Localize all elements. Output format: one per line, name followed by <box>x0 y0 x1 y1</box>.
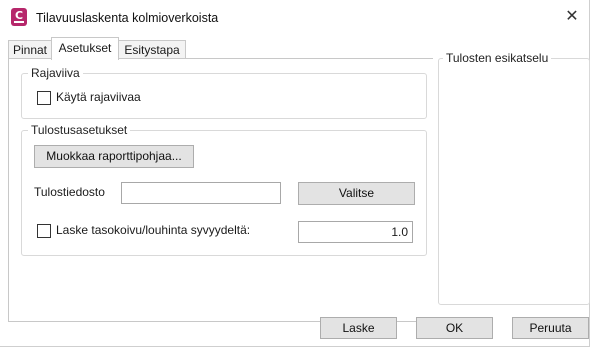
use-boundary-checkbox[interactable] <box>37 91 51 105</box>
dialog-window: C Tilavuuslaskenta kolmioverkoista ✕ Pin… <box>0 0 590 347</box>
use-boundary-label: Käytä rajaviivaa <box>56 90 141 104</box>
tab-page-asetukset: Rajaviiva Käytä rajaviivaa Tulostusasetu… <box>8 58 433 322</box>
output-settings-group-label: Tulostusasetukset <box>28 123 131 137</box>
rajaviiva-group-label: Rajaviiva <box>28 66 83 80</box>
tab-asetukset[interactable]: Asetukset <box>51 37 119 60</box>
tab-pinnat[interactable]: Pinnat <box>8 40 52 59</box>
title-bar: C Tilavuuslaskenta kolmioverkoista ✕ <box>0 0 589 36</box>
window-title: Tilavuuslaskenta kolmioverkoista <box>36 11 219 25</box>
cancel-button[interactable]: Peruuta <box>512 317 589 339</box>
output-file-input[interactable] <box>121 182 281 204</box>
depth-checkbox[interactable] <box>37 224 51 238</box>
depth-value-input[interactable]: 1.0 <box>298 221 413 243</box>
output-file-label: Tulostiedosto <box>34 185 105 199</box>
close-icon[interactable]: ✕ <box>561 6 583 28</box>
rajaviiva-group: Rajaviiva Käytä rajaviivaa <box>21 66 427 119</box>
choose-file-button[interactable]: Valitse <box>298 182 415 205</box>
results-preview-label: Tulosten esikatselu <box>443 51 552 65</box>
ok-button[interactable]: OK <box>416 317 493 339</box>
edit-report-template-button[interactable]: Muokkaa raporttipohjaa... <box>34 145 194 168</box>
compute-button[interactable]: Laske <box>320 317 397 339</box>
results-preview-group: Tulosten esikatselu <box>438 51 590 305</box>
tab-esitystapa[interactable]: Esitystapa <box>118 40 186 59</box>
depth-checkbox-label: Laske tasokoivu/louhinta syvyydeltä: <box>56 223 251 237</box>
app-icon: C <box>11 8 27 26</box>
output-settings-group: Tulostusasetukset Muokkaa raporttipohjaa… <box>21 123 427 256</box>
